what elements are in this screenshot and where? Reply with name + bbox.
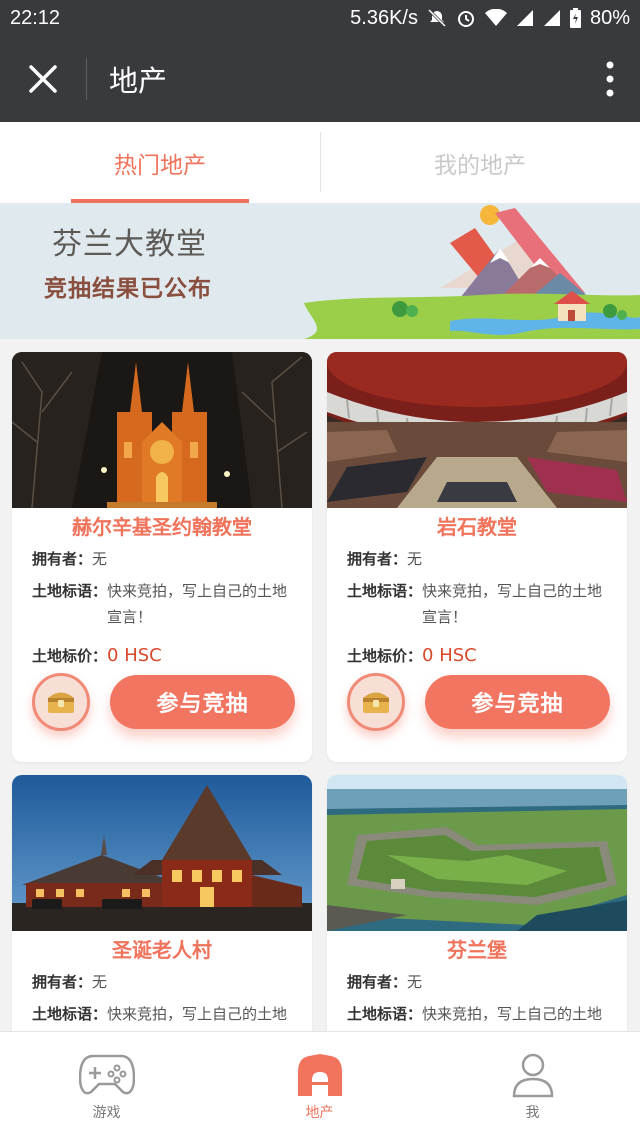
owner-row: 拥有者：无 [12, 971, 312, 993]
close-icon [29, 65, 57, 93]
promo-banner[interactable]: 芬兰大教堂 竞抽结果已公布 [0, 203, 640, 339]
estate-card[interactable]: 赫尔辛基圣约翰教堂 拥有者：无 土地标语： 快来竞拍，写上自己的土地宣言！ 土地标… [12, 352, 312, 762]
status-bar: 22:12 5.36K/s 80% [0, 0, 640, 36]
tab-hot-estates[interactable]: 热门地产 [0, 122, 320, 203]
treasure-chest-icon [363, 692, 389, 713]
card-actions: 参与竞抽 [347, 673, 617, 731]
estate-card[interactable]: 岩石教堂 拥有者：无 土地标语： 快来竞拍，写上自己的土地宣言！ 土地标价：0 H… [327, 352, 627, 762]
slogan-value: 快来竞拍，写上自己的土地宣言！ [422, 582, 603, 626]
owner-label: 拥有者： [32, 973, 93, 991]
join-bid-button[interactable]: 参与竞抽 [110, 675, 295, 729]
join-bid-button[interactable]: 参与竞抽 [425, 675, 610, 729]
card-image-santa-village [12, 775, 312, 931]
price-row: 土地标价：0 HSC [327, 644, 627, 668]
nav-label-estates: 地产 [305, 1105, 334, 1121]
battery-icon [569, 8, 581, 28]
card-image-suomenlinna-fortress [327, 775, 627, 931]
owner-row: 拥有者：无 [327, 548, 627, 570]
more-button[interactable] [580, 36, 640, 122]
treasure-chest-button[interactable] [32, 673, 90, 731]
owner-value: 无 [407, 973, 423, 991]
slogan-row: 土地标语：快来竞拍，写上自己的土地宣言！ [327, 578, 627, 630]
owner-label: 拥有者： [347, 550, 408, 568]
mute-icon [427, 8, 447, 28]
battery-level: 80% [589, 6, 630, 29]
tab-my-estates-label: 我的地产 [434, 152, 526, 179]
card-title: 赫尔辛基圣约翰教堂 [72, 515, 252, 539]
tab-my-estates[interactable]: 我的地产 [320, 122, 640, 203]
tab-hot-estates-label: 热门地产 [114, 152, 206, 179]
house-icon [297, 1054, 342, 1096]
owner-label: 拥有者： [347, 973, 408, 991]
nav-label-games: 游戏 [92, 1105, 121, 1121]
close-button[interactable] [0, 36, 86, 122]
owner-label: 拥有者： [32, 550, 93, 568]
price-label: 土地标价： [347, 647, 423, 665]
card-image-rock-church [327, 352, 627, 508]
banner-subtitle: 竞抽结果已公布 [44, 276, 212, 302]
tab-bar: 热门地产 我的地产 [0, 122, 640, 203]
title-divider [86, 58, 87, 100]
treasure-chest-button[interactable] [347, 673, 405, 731]
gamepad-icon [78, 1054, 135, 1095]
card-title: 芬兰堡 [447, 938, 507, 962]
card-title: 圣诞老人村 [112, 938, 212, 962]
estate-card[interactable]: 圣诞老人村 拥有者：无 土地标语：快来竞拍，写上自己的土地宣言！ [12, 775, 312, 1055]
treasure-chest-icon [48, 692, 74, 713]
signal-icon [516, 9, 534, 27]
slogan-row: 土地标语：快来竞拍，写上自己的土地宣言！ [12, 578, 312, 630]
price-row: 土地标价：0 HSC [12, 644, 312, 668]
price-value: 0 HSC [107, 645, 162, 666]
nav-label-me: 我 [525, 1105, 540, 1121]
wifi-icon [484, 9, 507, 27]
user-icon [512, 1053, 553, 1098]
owner-row: 拥有者：无 [12, 548, 312, 570]
signal-icon-2 [543, 9, 561, 27]
alarm-icon [456, 8, 476, 28]
owner-value: 无 [407, 550, 423, 568]
nav-item-me[interactable]: 我 [426, 1032, 639, 1138]
banner-title: 芬兰大教堂 [52, 227, 207, 262]
nav-item-estates[interactable]: 地产 [213, 1032, 426, 1138]
owner-value: 无 [92, 973, 108, 991]
estate-card[interactable]: 芬兰堡 拥有者：无 土地标语：快来竞拍，写上自己的土地宣言！ [327, 775, 627, 1055]
bottom-nav: 游戏 地产 我 [0, 1031, 640, 1138]
card-image-church-night [12, 352, 312, 508]
page-title: 地产 [109, 64, 168, 98]
owner-row: 拥有者：无 [327, 971, 627, 993]
status-time: 22:12 [10, 6, 61, 29]
mountain-landscape-illustration [304, 205, 640, 339]
owner-value: 无 [92, 550, 108, 568]
card-title: 岩石教堂 [437, 515, 517, 539]
slogan-label: 土地标语： [32, 582, 108, 600]
slogan-value: 快来竞拍，写上自己的土地宣言！ [107, 582, 288, 626]
more-vertical-icon [606, 61, 614, 97]
slogan-label: 土地标语： [347, 582, 423, 600]
net-speed: 5.36K/s [350, 6, 418, 29]
nav-item-games[interactable]: 游戏 [0, 1032, 213, 1138]
card-actions: 参与竞抽 [32, 673, 302, 731]
price-value: 0 HSC [422, 645, 477, 666]
title-bar: 地产 [0, 36, 640, 122]
price-label: 土地标价： [32, 647, 108, 665]
